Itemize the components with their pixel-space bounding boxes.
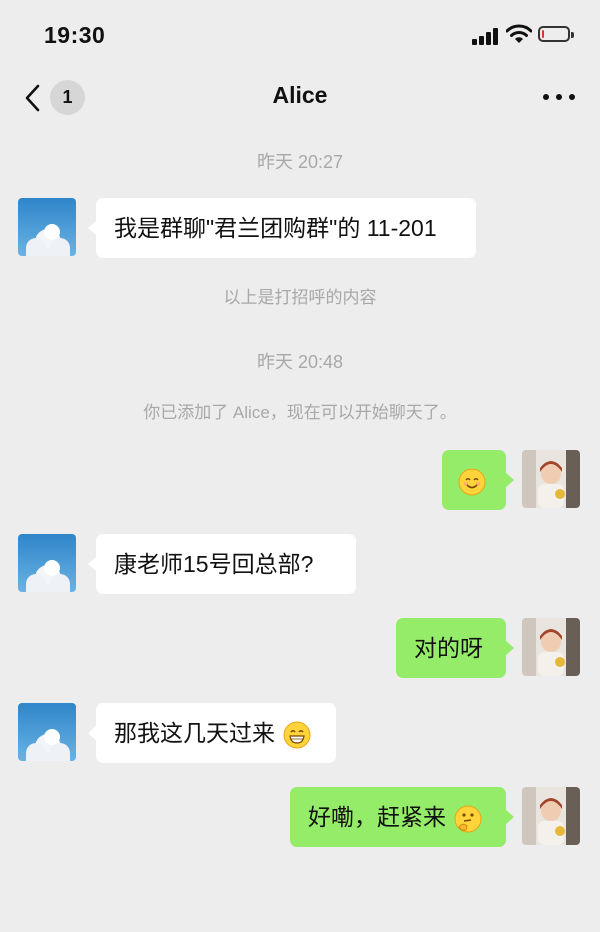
contact-avatar[interactable] [18,198,76,256]
outgoing-message-bubble[interactable] [442,450,514,510]
incoming-message-bubble[interactable]: 康老师15号回总部? [88,534,356,594]
thinking-face-emoji [454,805,482,833]
contact-avatar[interactable] [18,703,76,761]
grinning-face-emoji [283,721,311,749]
message-text: 好嘞，赶紧来 [308,804,446,830]
timestamp-separator: 昨天 20:27 [256,152,344,172]
incoming-message-bubble[interactable]: 我是群聊"君兰团购群"的 11-201 [88,198,476,258]
outgoing-message-bubble[interactable]: 对的呀 [396,618,514,678]
battery-icon [538,26,574,42]
chat-title: Alice [272,82,328,108]
user-avatar[interactable] [522,787,580,845]
status-bar: 19:30 [0,0,600,70]
user-avatar[interactable] [522,450,580,508]
system-message: 以上是打招呼的内容 [223,288,377,307]
cellular-signal-icon [472,27,500,45]
message-text: 那我这几天过来 [114,720,275,746]
status-time: 19:30 [44,22,106,48]
smiling-face-emoji [458,468,486,496]
user-avatar[interactable] [522,618,580,676]
contact-avatar[interactable] [18,534,76,592]
more-dots-icon[interactable] [543,92,575,102]
system-message: 你已添加了 Alice，现在可以开始聊天了。 [143,403,457,422]
incoming-message-bubble[interactable]: 那我这几天过来 [88,703,336,763]
battery-level [542,30,544,38]
chat-header: 1 Alice [0,70,600,126]
outgoing-message-bubble[interactable]: 好嘞，赶紧来 [290,787,514,847]
timestamp-separator: 昨天 20:48 [256,352,344,372]
wifi-icon [506,24,532,43]
